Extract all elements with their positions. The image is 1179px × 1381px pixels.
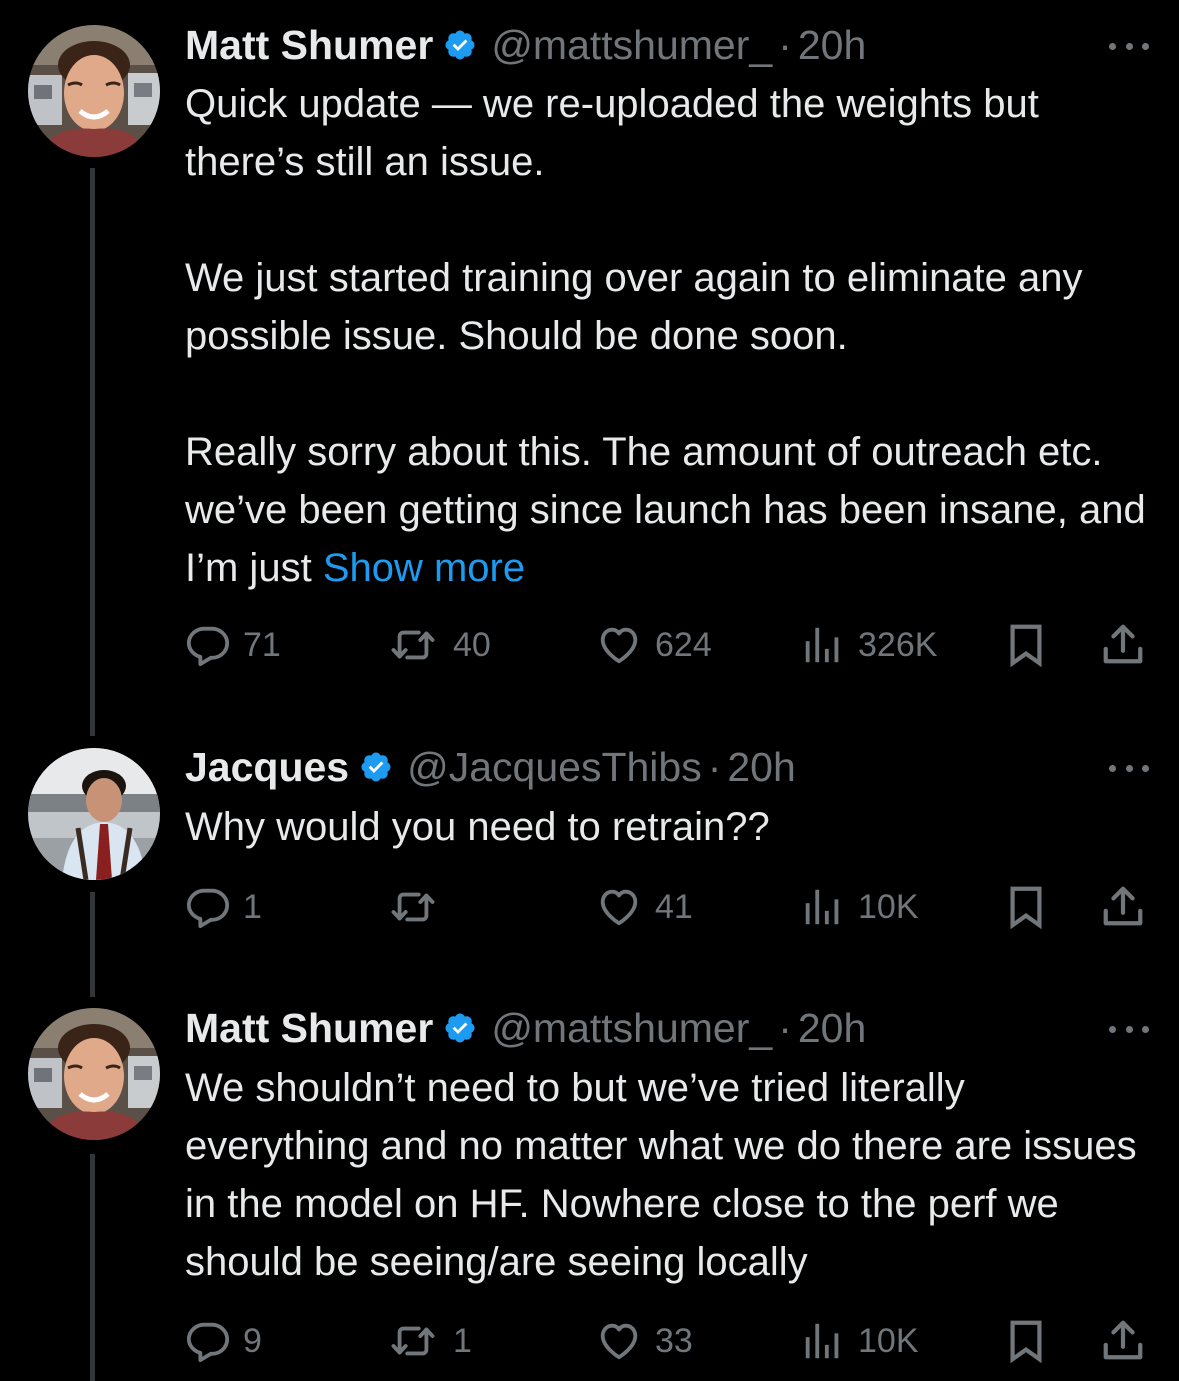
views-count: 10K [858,887,919,926]
like-button[interactable]: 624 [595,620,712,670]
more-icon[interactable] [1109,758,1149,778]
views-icon [800,1318,846,1364]
like-count: 624 [655,625,712,664]
bookmark-button[interactable] [1003,882,1049,932]
views-icon [800,622,846,668]
tweet[interactable]: Matt Shumer @mattshumer_ · 20h Quick upd… [0,0,1179,740]
views-icon [800,884,846,930]
reply-icon [185,622,231,668]
repost-icon [385,1318,441,1364]
tweet-paragraph: Why would you need to retrain?? [185,805,770,849]
tweet-paragraph: Quick update — we re-uploaded the weight… [185,82,1039,184]
verified-badge-icon [443,1011,477,1045]
timestamp[interactable]: 20h [727,744,795,791]
bookmark-button[interactable] [1003,620,1049,670]
like-button[interactable]: 33 [595,1316,693,1366]
bookmark-button[interactable] [1003,1316,1049,1366]
reply-button[interactable]: 9 [185,1316,262,1366]
author-name[interactable]: Matt Shumer [185,22,433,69]
repost-count: 40 [453,625,491,664]
repost-icon [385,622,441,668]
reply-button[interactable]: 71 [185,620,281,670]
tweet-header: Matt Shumer @mattshumer_ · 20h [185,1003,1059,1053]
tweet-paragraph: We just started training over again to e… [185,256,1083,358]
avatar[interactable] [28,748,160,880]
author-name[interactable]: Matt Shumer [185,1005,433,1052]
timestamp[interactable]: 20h [798,1005,866,1052]
bookmark-icon [1003,1318,1049,1364]
avatar[interactable] [28,1008,160,1140]
like-icon [595,622,643,668]
thread-line [90,892,95,997]
repost-icon [385,884,441,930]
like-count: 33 [655,1321,693,1360]
avatar[interactable] [28,25,160,157]
show-more-link[interactable]: Show more [323,546,525,590]
more-icon[interactable] [1109,1019,1149,1039]
share-button[interactable] [1100,1316,1146,1366]
author-handle[interactable]: @mattshumer_ [491,1005,772,1052]
share-icon [1100,1318,1146,1364]
separator: · [707,743,722,790]
reply-button[interactable]: 1 [185,882,262,932]
share-icon [1100,622,1146,668]
like-icon [595,884,643,930]
views-button[interactable]: 10K [800,882,919,932]
views-count: 326K [858,625,938,664]
tweet-paragraph: We shouldn’t need to but we’ve tried lit… [185,1066,1137,1284]
tweet-paragraph: Really sorry about this. The amount of o… [185,423,1155,597]
verified-badge-icon [359,750,393,784]
views-button[interactable]: 326K [800,620,937,670]
bookmark-icon [1003,884,1049,930]
tweet[interactable]: Jacques @JacquesThibs · 20h Why would yo… [0,740,1179,1002]
tweet-text: Why would you need to retrain?? [185,798,1155,856]
repost-button[interactable]: 40 [385,620,491,670]
thread-line [90,168,95,736]
tweet[interactable]: Matt Shumer @mattshumer_ · 20h We should… [0,1002,1179,1381]
repost-count: 1 [453,1321,472,1360]
share-button[interactable] [1100,620,1146,670]
tweet-text: We shouldn’t need to but we’ve tried lit… [185,1059,1155,1291]
action-bar: 1 41 10K [185,882,1150,932]
like-button[interactable]: 41 [595,882,693,932]
action-bar: 71 40 624 326K [185,620,1150,670]
timestamp[interactable]: 20h [798,22,866,69]
like-count: 41 [655,887,693,926]
reply-icon [185,884,231,930]
reply-count: 9 [243,1321,262,1360]
separator: · [778,21,792,68]
repost-button[interactable]: 1 [385,1316,472,1366]
tweet-header: Matt Shumer @mattshumer_ · 20h [185,20,1059,70]
author-name[interactable]: Jacques [185,744,349,791]
verified-badge-icon [443,28,477,62]
reply-count: 1 [243,887,262,926]
reply-count: 71 [243,625,281,664]
action-bar: 9 1 33 10K [185,1316,1150,1366]
repost-button[interactable] [385,882,453,932]
like-icon [595,1318,643,1364]
author-handle[interactable]: @mattshumer_ [491,22,772,69]
bookmark-icon [1003,622,1049,668]
author-handle[interactable]: @JacquesThibs [407,744,702,791]
thread-line [90,1154,95,1381]
views-count: 10K [858,1321,919,1360]
tweet-header: Jacques @JacquesThibs · 20h [185,742,1059,792]
more-icon[interactable] [1109,36,1149,56]
views-button[interactable]: 10K [800,1316,919,1366]
share-button[interactable] [1100,882,1146,932]
tweet-text: Quick update — we re-uploaded the weight… [185,75,1155,597]
separator: · [778,1004,792,1051]
reply-icon [185,1318,231,1364]
share-icon [1100,884,1146,930]
